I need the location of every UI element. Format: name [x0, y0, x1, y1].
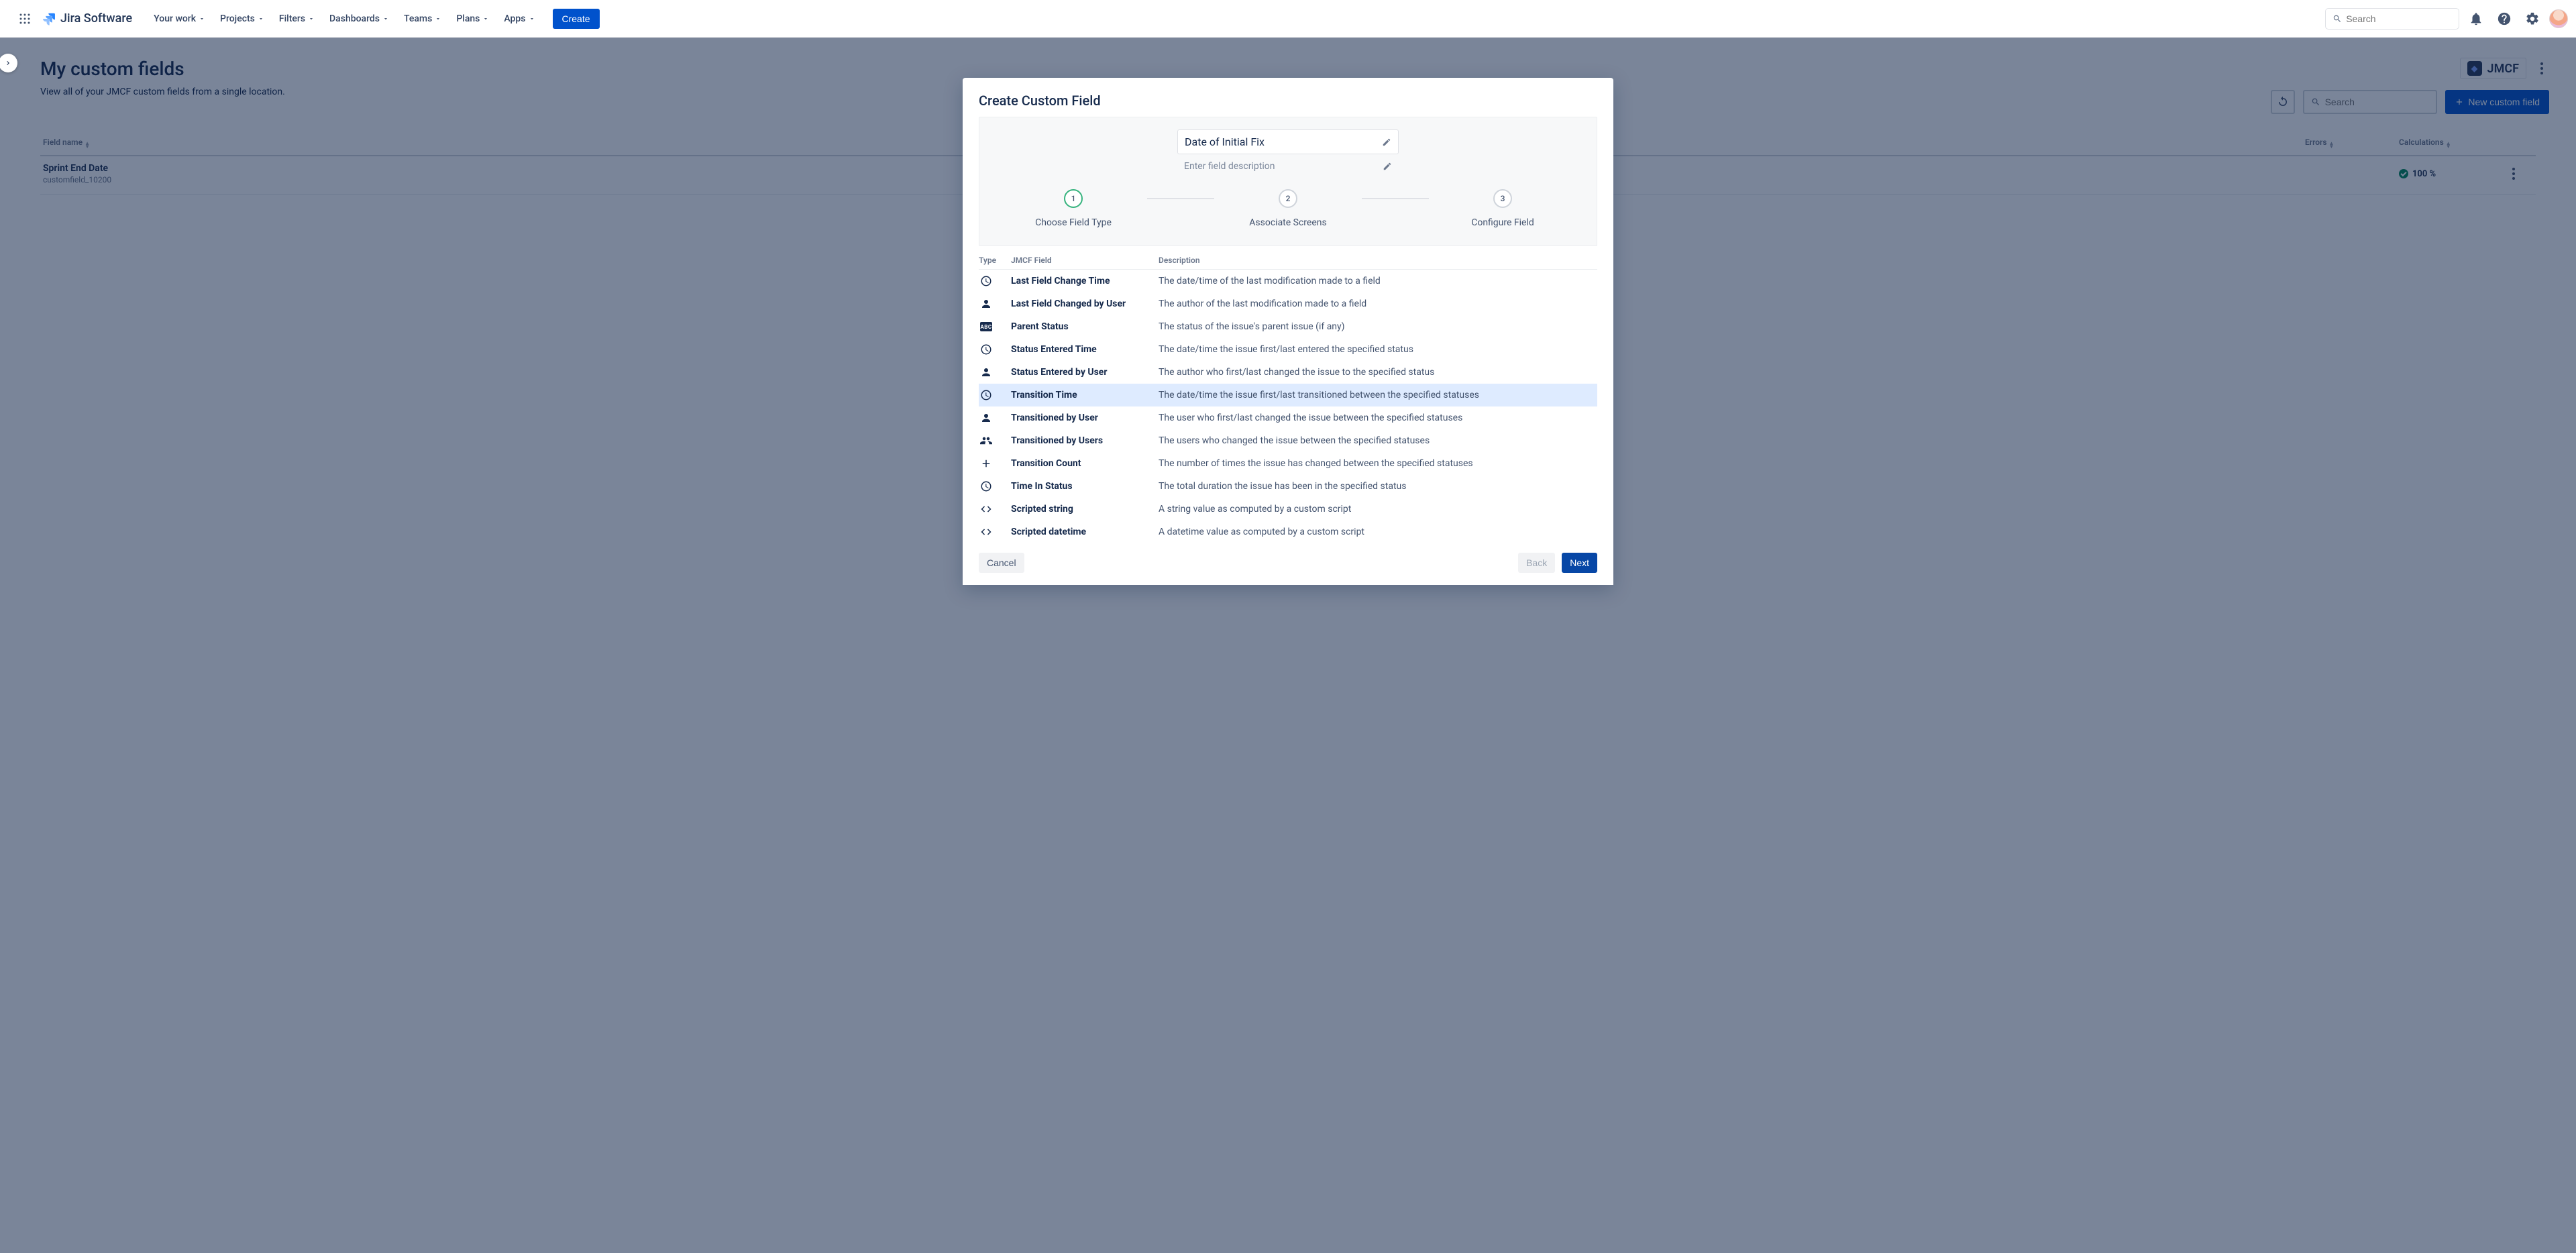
user-icon: [979, 412, 1011, 424]
field-type-option[interactable]: Transition TimeThe date/time the issue f…: [979, 384, 1597, 406]
field-type-option[interactable]: Scripted stringA string value as compute…: [979, 498, 1597, 521]
field-type-option[interactable]: Transition CountThe number of times the …: [979, 452, 1597, 475]
field-description-input[interactable]: Enter field description: [1177, 161, 1399, 172]
field-type-description: A string value as computed by a custom s…: [1159, 504, 1597, 514]
step-2-label: Associate Screens: [1249, 217, 1326, 228]
field-type-option[interactable]: Last Field Changed by UserThe author of …: [979, 292, 1597, 315]
field-type-description: The total duration the issue has been in…: [1159, 481, 1597, 492]
field-type-option[interactable]: Time In StatusThe total duration the iss…: [979, 475, 1597, 498]
col-jmcf-field: JMCF Field: [1011, 256, 1159, 265]
field-type-name: Transition Count: [1011, 458, 1159, 469]
field-type-description: The date/time of the last modification m…: [1159, 276, 1597, 286]
plus-icon: [979, 457, 1011, 470]
search-icon: [2332, 13, 2342, 24]
user-icon: [979, 366, 1011, 378]
field-type-description: A datetime value as computed by a custom…: [1159, 527, 1597, 537]
step-3: 3 Configure Field: [1429, 189, 1576, 228]
step-2: 2 Associate Screens: [1214, 189, 1362, 228]
edit-icon[interactable]: [1382, 138, 1391, 147]
field-type-option[interactable]: Transitioned by UsersThe users who chang…: [979, 429, 1597, 452]
create-field-modal: Create Custom Field Date of Initial Fix …: [963, 78, 1613, 585]
wizard-stepper: 1 Choose Field Type 2 Associate Screens …: [993, 189, 1583, 228]
field-type-name: Scripted string: [1011, 504, 1159, 514]
code-icon: [979, 526, 1011, 538]
field-type-name: Scripted datetime: [1011, 527, 1159, 537]
create-button[interactable]: Create: [553, 9, 600, 29]
clock-icon: [979, 343, 1011, 356]
user-icon: [979, 298, 1011, 310]
product-name: Jira Software: [60, 11, 132, 25]
field-name-value: Date of Initial Fix: [1185, 135, 1265, 148]
field-type-name: Transition Time: [1011, 390, 1159, 400]
field-type-name: Last Field Changed by User: [1011, 298, 1159, 309]
field-type-name: Status Entered by User: [1011, 367, 1159, 378]
nav-items: Your workProjectsFiltersDashboardsTeamsP…: [147, 9, 541, 28]
field-type-description: The status of the issue's parent issue (…: [1159, 321, 1597, 332]
field-type-option[interactable]: Scripted datetimeA datetime value as com…: [979, 521, 1597, 543]
nav-item-apps[interactable]: Apps: [497, 9, 541, 28]
code-icon: [979, 503, 1011, 515]
field-type-option[interactable]: ABCParent StatusThe status of the issue'…: [979, 315, 1597, 338]
modal-title: Create Custom Field: [979, 93, 1597, 109]
modal-footer: Cancel Back Next: [963, 543, 1613, 585]
field-type-name: Last Field Change Time: [1011, 276, 1159, 286]
modal-header-block: Date of Initial Fix Enter field descript…: [979, 117, 1597, 246]
field-type-option[interactable]: Status Entered TimeThe date/time the iss…: [979, 338, 1597, 361]
nav-item-filters[interactable]: Filters: [272, 9, 321, 28]
field-list-header: Type JMCF Field Description: [979, 256, 1597, 270]
field-name-input[interactable]: Date of Initial Fix: [1177, 129, 1399, 154]
field-type-description: The author of the last modification made…: [1159, 298, 1597, 309]
avatar[interactable]: [2549, 9, 2568, 28]
field-type-list: Last Field Change TimeThe date/time of t…: [979, 270, 1597, 543]
product-logo[interactable]: Jira Software: [42, 11, 132, 26]
field-type-name: Transitioned by User: [1011, 413, 1159, 423]
field-type-name: Transitioned by Users: [1011, 435, 1159, 446]
clock-icon: [979, 480, 1011, 492]
field-type-description: The user who first/last changed the issu…: [1159, 413, 1597, 423]
next-button[interactable]: Next: [1562, 553, 1597, 573]
field-type-name: Status Entered Time: [1011, 344, 1159, 355]
field-description-placeholder: Enter field description: [1184, 161, 1275, 172]
field-type-name: Parent Status: [1011, 321, 1159, 332]
field-type-description: The author who first/last changed the is…: [1159, 367, 1597, 378]
users-icon: [979, 435, 1011, 447]
nav-item-dashboards[interactable]: Dashboards: [323, 9, 396, 28]
chevron-right-icon: [4, 59, 12, 67]
field-type-option[interactable]: Last Field Change TimeThe date/time of t…: [979, 270, 1597, 292]
clock-icon: [979, 389, 1011, 401]
back-button: Back: [1518, 553, 1555, 573]
app-switcher-icon[interactable]: [13, 7, 36, 30]
abc-icon: ABC: [979, 322, 1011, 331]
step-1: 1 Choose Field Type: [1000, 189, 1147, 228]
field-type-name: Time In Status: [1011, 481, 1159, 492]
field-type-option[interactable]: Transitioned by UserThe user who first/l…: [979, 406, 1597, 429]
step-1-label: Choose Field Type: [1035, 217, 1112, 228]
help-icon[interactable]: [2493, 7, 2516, 30]
col-description: Description: [1159, 256, 1597, 265]
nav-item-plans[interactable]: Plans: [449, 9, 496, 28]
cancel-button[interactable]: Cancel: [979, 553, 1024, 573]
settings-icon[interactable]: [2521, 7, 2544, 30]
field-type-description: The number of times the issue has change…: [1159, 458, 1597, 469]
col-type: Type: [979, 256, 1011, 265]
global-search-input[interactable]: [2346, 13, 2452, 24]
field-type-description: The users who changed the issue between …: [1159, 435, 1597, 446]
field-type-option[interactable]: Status Entered by UserThe author who fir…: [979, 361, 1597, 384]
step-3-label: Configure Field: [1471, 217, 1534, 228]
global-search[interactable]: [2325, 8, 2459, 30]
edit-icon[interactable]: [1383, 162, 1392, 171]
field-type-description: The date/time the issue first/last enter…: [1159, 344, 1597, 355]
nav-item-teams[interactable]: Teams: [397, 9, 448, 28]
notifications-icon[interactable]: [2465, 7, 2487, 30]
global-nav: Jira Software Your workProjectsFiltersDa…: [0, 0, 2576, 38]
field-type-description: The date/time the issue first/last trans…: [1159, 390, 1597, 400]
jira-icon: [42, 11, 56, 26]
nav-item-your-work[interactable]: Your work: [147, 9, 212, 28]
clock-icon: [979, 275, 1011, 287]
nav-item-projects[interactable]: Projects: [213, 9, 271, 28]
